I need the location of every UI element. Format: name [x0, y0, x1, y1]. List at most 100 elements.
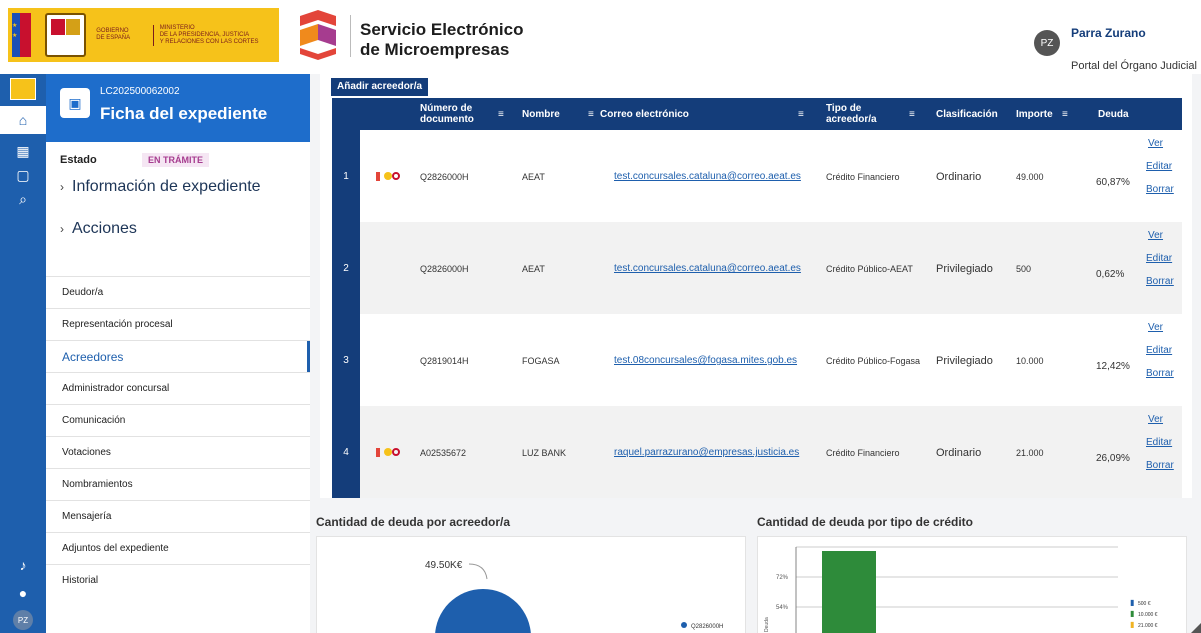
- cell-nombre: AEAT: [522, 172, 545, 182]
- resize-corner-icon[interactable]: [1191, 623, 1201, 633]
- cell-tipo: Crédito Público-Fogasa: [826, 356, 921, 366]
- ver-link[interactable]: Ver: [1148, 224, 1163, 247]
- cell-nombre: AEAT: [522, 264, 545, 274]
- ministry-line-2: DE LA PRESIDENCIA, JUSTICIA: [159, 31, 250, 38]
- document-icon[interactable]: ▢: [12, 164, 34, 186]
- user-avatar[interactable]: PZ: [1034, 30, 1060, 56]
- bell-icon[interactable]: ♪: [12, 554, 34, 576]
- menu-item-mensajeria[interactable]: Mensajería: [46, 500, 310, 532]
- panel-title: Ficha del expediente: [100, 104, 268, 123]
- bar-legend-item: 10.000 €: [1138, 612, 1158, 618]
- case-code: LC202500062002: [100, 86, 180, 97]
- home-icon[interactable]: ⌂: [0, 106, 46, 134]
- cell-doc: Q2819014H: [420, 356, 469, 366]
- col-tipo[interactable]: Tipo de acreedor/a: [826, 98, 896, 130]
- email-link[interactable]: raquel.parrazurano@empresas.justicia.es: [614, 447, 799, 458]
- rail-avatar[interactable]: PZ: [13, 610, 33, 630]
- estado-label: Estado: [60, 154, 97, 166]
- cell-doc: Q2826000H: [420, 264, 469, 274]
- col-nombre[interactable]: Nombre: [522, 98, 560, 130]
- cell-nombre: LUZ BANK: [522, 448, 567, 458]
- row-number: 4: [332, 406, 360, 498]
- table-row: 3 Q2819014H FOGASA test.08concursales@fo…: [332, 314, 1182, 406]
- calendar-icon[interactable]: ▦: [12, 140, 34, 162]
- user-name-link[interactable]: Parra Zurano: [1071, 26, 1146, 40]
- user-icon[interactable]: ●: [12, 582, 34, 604]
- col-doc[interactable]: Número de documento: [420, 98, 490, 130]
- menu-item-acreedores[interactable]: Acreedores: [46, 340, 310, 373]
- bar-legend-item: 500 €: [1138, 601, 1151, 607]
- row-number: 1: [332, 130, 360, 222]
- sem-logo-icon: [300, 10, 336, 60]
- menu-item-comunicacion[interactable]: Comunicación: [46, 404, 310, 436]
- ver-link[interactable]: Ver: [1148, 408, 1163, 431]
- accordion-acciones[interactable]: › Acciones: [60, 220, 137, 238]
- expediente-header: ▣ LC202500062002 Ficha del expediente: [46, 74, 310, 142]
- aeat-logo-icon: [376, 172, 400, 181]
- menu-item-representacion[interactable]: Representación procesal: [46, 308, 310, 340]
- cell-importe: 21.000: [1016, 448, 1044, 458]
- menu-item-nombramientos[interactable]: Nombramientos: [46, 468, 310, 500]
- search-icon[interactable]: ⌕: [12, 188, 34, 210]
- menu-item-administrador[interactable]: Administrador concursal: [46, 372, 310, 404]
- cell-deuda: 12,42%: [1096, 361, 1130, 372]
- col-correo[interactable]: Correo electrónico: [600, 98, 689, 130]
- menu-item-historial[interactable]: Historial: [46, 564, 310, 596]
- email-link[interactable]: test.concursales.cataluna@correo.aeat.es: [614, 263, 801, 274]
- borrar-link[interactable]: Borrar: [1146, 454, 1174, 477]
- editar-link[interactable]: Editar: [1146, 247, 1172, 270]
- filter-icon[interactable]: ≡: [588, 98, 594, 130]
- col-importe[interactable]: Importe: [1016, 98, 1053, 130]
- pie-chart-svg: 49.50K€ Q2826000H: [425, 560, 723, 633]
- bar-legend-item: 21.000 €: [1138, 623, 1158, 629]
- acreedores-card: Añadir acreedor/a Número de documento ≡ …: [320, 74, 1192, 498]
- borrar-link[interactable]: Borrar: [1146, 178, 1174, 201]
- filter-icon[interactable]: ≡: [909, 98, 915, 130]
- top-header: GOBIERNO DE ESPAÑA MINISTERIO DE LA PRES…: [0, 0, 1201, 74]
- editar-link[interactable]: Editar: [1146, 155, 1172, 178]
- borrar-link[interactable]: Borrar: [1146, 270, 1174, 293]
- table-row: 2 Q2826000H AEAT test.concursales.catalu…: [332, 222, 1182, 314]
- chevron-right-icon: ›: [60, 180, 64, 194]
- cell-tipo: Crédito Público-AEAT: [826, 264, 913, 274]
- rail-logo-icon: [10, 78, 36, 100]
- add-creditor-button[interactable]: Añadir acreedor/a: [331, 78, 429, 96]
- gob-line-2: DE ESPAÑA: [96, 35, 131, 41]
- editar-link[interactable]: Editar: [1146, 339, 1172, 362]
- email-link[interactable]: test.08concursales@fogasa.mites.gob.es: [614, 355, 797, 366]
- cell-clasificacion: Ordinario: [936, 171, 982, 183]
- side-menu: Deudor/a Representación procesal Acreedo…: [46, 276, 310, 596]
- gob-line-1: GOBIERNO: [96, 28, 129, 34]
- service-title-line-2: de Microempresas: [360, 40, 510, 59]
- cell-deuda: 26,09%: [1096, 453, 1130, 464]
- menu-item-votaciones[interactable]: Votaciones: [46, 436, 310, 468]
- pie-slice: [435, 589, 531, 633]
- email-link[interactable]: test.concursales.cataluna@correo.aeat.es: [614, 171, 801, 182]
- briefcase-icon: ▣: [60, 88, 90, 118]
- bar-chart-svg: 72% 54% Deuda ▮ 500 € ▮ 10.000 € ▮ 21.00…: [764, 546, 1158, 633]
- y-axis-label: Deuda: [764, 617, 770, 632]
- filter-icon[interactable]: ≡: [498, 98, 504, 130]
- y-tick-label: 72%: [776, 575, 789, 581]
- cell-importe: 10.000: [1016, 356, 1044, 366]
- menu-item-deudor[interactable]: Deudor/a: [46, 276, 310, 308]
- chart-title-acreedor: Cantidad de deuda por acreedor/a: [316, 515, 511, 529]
- accordion-informacion[interactable]: › Información de expediente: [60, 178, 261, 196]
- editar-link[interactable]: Editar: [1146, 431, 1172, 454]
- col-clasificacion[interactable]: Clasificación: [936, 98, 998, 130]
- cell-deuda: 0,62%: [1096, 269, 1125, 280]
- filter-icon[interactable]: ≡: [1062, 98, 1068, 130]
- borrar-link[interactable]: Borrar: [1146, 362, 1174, 385]
- menu-item-adjuntos[interactable]: Adjuntos del expediente: [46, 532, 310, 564]
- ver-link[interactable]: Ver: [1148, 132, 1163, 155]
- row-number: 2: [332, 222, 360, 314]
- col-deuda[interactable]: Deuda: [1098, 98, 1129, 130]
- ver-link[interactable]: Ver: [1148, 316, 1163, 339]
- cell-nombre: FOGASA: [522, 356, 560, 366]
- header-divider: [350, 15, 351, 57]
- cell-deuda: 60,87%: [1096, 177, 1130, 188]
- chevron-right-icon: ›: [60, 222, 64, 236]
- cell-importe: 49.000: [1016, 172, 1044, 182]
- coat-of-arms-icon: [45, 13, 87, 57]
- filter-icon[interactable]: ≡: [798, 98, 804, 130]
